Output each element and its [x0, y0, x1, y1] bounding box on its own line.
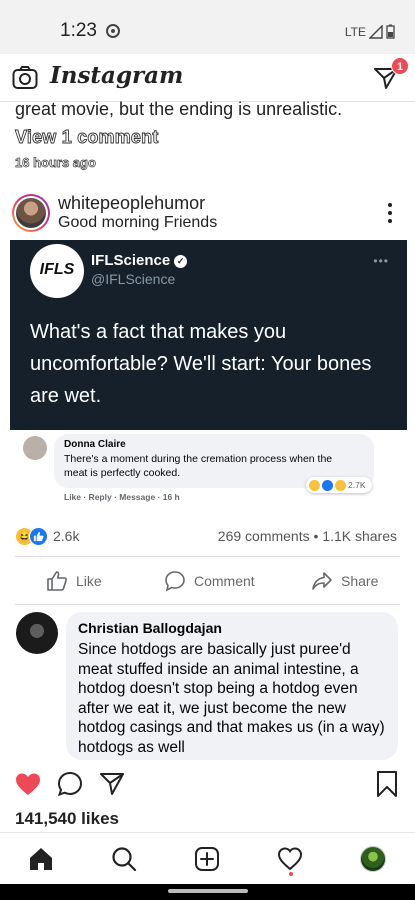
- post-image[interactable]: IFLS IFLScience ✓ @IFLScience ••• What's …: [10, 240, 407, 510]
- commenter-avatar: [16, 612, 58, 654]
- thumbs-up-icon: [47, 571, 67, 591]
- home-icon[interactable]: [28, 846, 54, 872]
- likes-count[interactable]: 141,540 likes: [15, 809, 119, 829]
- comment-author: Christian Ballogdajan: [78, 620, 222, 636]
- verified-icon: ✓: [174, 255, 188, 268]
- wow-react-icon: [335, 479, 346, 491]
- previous-post-time: 16 hours ago: [15, 155, 97, 171]
- post-caption: Good morning Friends: [58, 214, 218, 231]
- fb-action-bar: Like Comment Share: [0, 566, 415, 600]
- status-bar: 1:23 LTE: [0, 0, 415, 54]
- post-actions: [0, 766, 415, 806]
- more-options-icon[interactable]: [387, 203, 393, 227]
- tweet-more-icon: •••: [373, 254, 389, 268]
- heart-icon[interactable]: [14, 771, 42, 797]
- network-label: LTE: [344, 24, 366, 39]
- comment-text: Since hotdogs are basically just puree'd…: [78, 641, 385, 756]
- tweet-handle: @IFLScience: [91, 271, 176, 287]
- share-label: Share: [341, 573, 379, 589]
- fb-comment-text: There's a moment during the cremation pr…: [64, 453, 333, 479]
- new-post-icon[interactable]: [194, 846, 220, 872]
- view-comments-link[interactable]: View 1 comment: [15, 127, 159, 148]
- fb-comment-area: Donna Claire There's a moment during the…: [10, 430, 407, 510]
- comment-icon[interactable]: [57, 771, 83, 797]
- fb-comment-avatar: [23, 436, 47, 460]
- like-button[interactable]: Like: [46, 570, 102, 592]
- like-react-icon: [322, 479, 333, 491]
- like-label: Like: [76, 573, 102, 589]
- share-arrow-icon: [312, 572, 332, 590]
- signal-icon: [369, 24, 383, 39]
- divider: [15, 604, 400, 605]
- fb-comment-reaction-count: 2.7K: [348, 480, 366, 490]
- home-gesture-handle[interactable]: [168, 889, 248, 893]
- divider: [15, 556, 400, 557]
- reactions-count: 2.6k: [53, 528, 80, 544]
- fb-comment-reactions: 2.7K: [306, 477, 372, 493]
- comment-label: Comment: [194, 573, 255, 589]
- fb-comment-name: Donna Claire: [64, 439, 126, 450]
- tweet-name-text: IFLScience: [91, 252, 171, 269]
- post-avatar[interactable]: [12, 194, 50, 232]
- profile-icon[interactable]: [360, 846, 386, 872]
- system-gesture-bar: [0, 884, 415, 900]
- comment-bubble-icon: [165, 571, 185, 592]
- reactions-summary[interactable]: 😆 2.6k: [15, 524, 79, 548]
- post-username[interactable]: whitepeoplehumor: [58, 193, 205, 214]
- haha-react-icon: [309, 479, 320, 491]
- dm-badge: 1: [391, 57, 409, 75]
- battery-icon: [386, 24, 395, 39]
- search-icon[interactable]: [111, 846, 137, 872]
- bottom-nav: [0, 832, 415, 884]
- previous-post-caption: great movie, but the ending is unrealist…: [15, 99, 343, 119]
- activity-notification-dot: [289, 872, 293, 876]
- status-indicators: LTE: [345, 24, 395, 39]
- data-saver-icon: [106, 24, 120, 38]
- like-thumb-icon: [29, 526, 48, 546]
- comment-bubble: Christian Ballogdajan Since hotdogs are …: [66, 612, 398, 760]
- send-icon[interactable]: [99, 771, 125, 797]
- activity-icon[interactable]: [277, 846, 303, 872]
- status-time: 1:23: [60, 20, 97, 41]
- share-button[interactable]: Share: [311, 570, 378, 592]
- fb-comment-actions: Like · Reply · Message · 16 h: [64, 492, 180, 502]
- save-bookmark-icon[interactable]: [376, 770, 398, 798]
- instagram-logo: Instagram: [50, 62, 184, 89]
- camera-icon[interactable]: [12, 66, 38, 90]
- comments-shares-count[interactable]: 269 comments • 1.1K shares: [218, 528, 397, 544]
- comment-button[interactable]: Comment: [164, 570, 255, 592]
- tweet-avatar-text: IFLS: [39, 261, 75, 278]
- app-header: Instagram 1: [0, 54, 415, 102]
- tweet-avatar: IFLS: [30, 244, 84, 298]
- tweet-name: IFLScience ✓: [91, 252, 188, 269]
- tweet-text: What's a fact that makes you uncomfortab…: [30, 321, 372, 407]
